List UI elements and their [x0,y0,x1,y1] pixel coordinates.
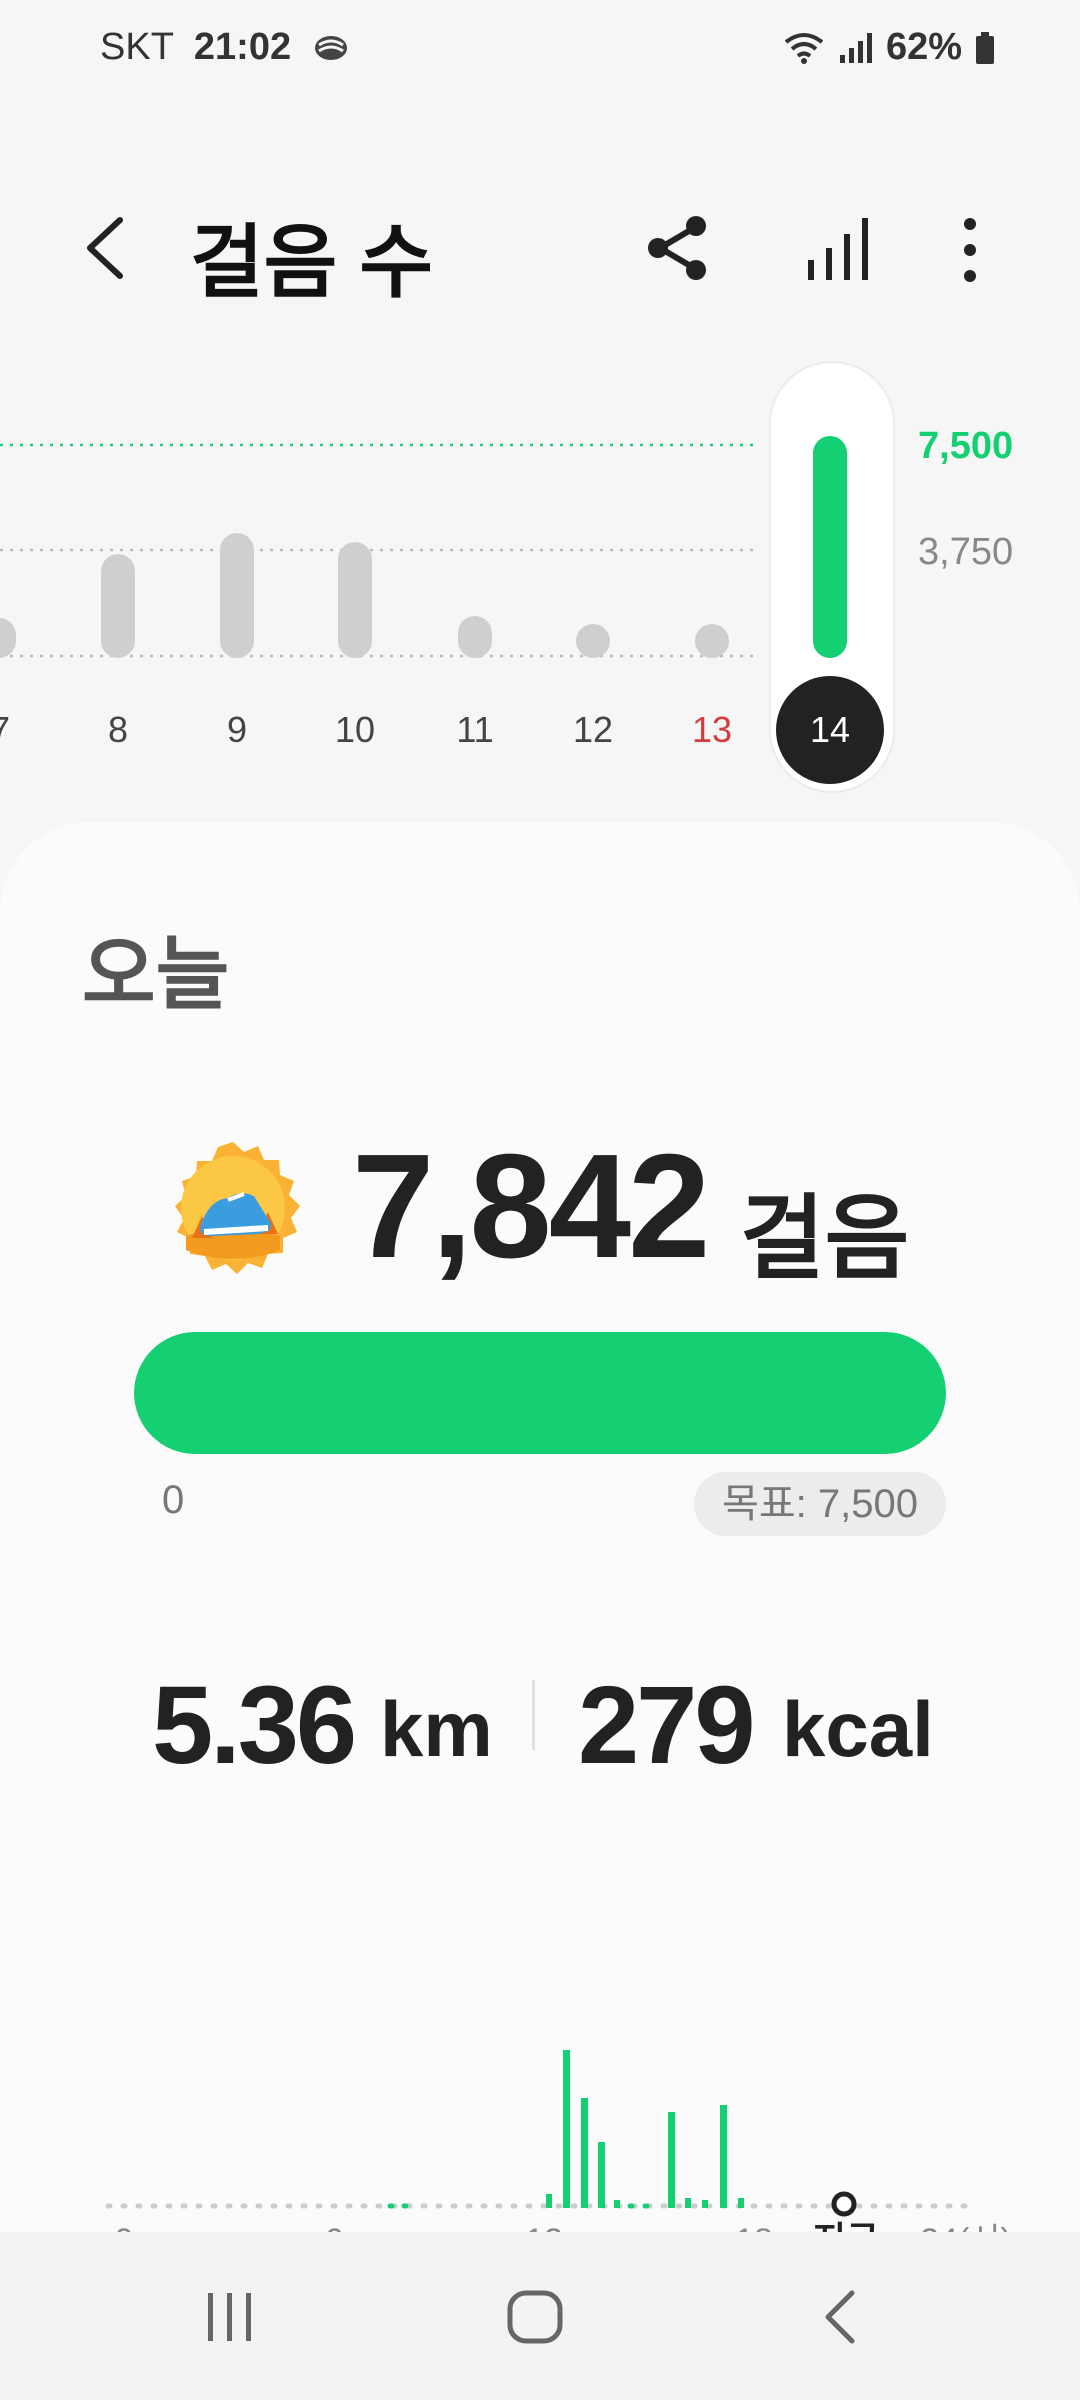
steps-progress-fill [134,1332,946,1454]
now-marker [831,2191,857,2217]
day-bar-8[interactable] [101,554,135,658]
app-notification-icon [315,35,348,60]
day-bar-10[interactable] [338,542,372,658]
share-icon [648,216,706,280]
day-label-12: 12 [573,709,613,750]
hour-bar [685,2198,691,2208]
signal-icon [839,32,872,63]
steps-unit: 걸음 [740,1188,910,1290]
running-shoe-icon [175,1142,300,1274]
hour-bar [668,2112,675,2208]
day-label-10: 10 [335,709,375,750]
hourly-steps-svg: 0 6 12 18 지금 24(시) [105,2050,1012,2232]
goal-achieved-badge [158,1140,308,1290]
hour-label-12: 12 [525,2222,563,2232]
hour-bar [738,2198,744,2208]
hour-bar [546,2194,552,2208]
distance-unit: km [380,1685,493,1773]
goal-axis-label: 7,500 [918,425,1013,467]
back-button[interactable] [70,208,140,288]
hour-label-now: 지금 [813,2219,879,2232]
day-bar-14[interactable] [813,436,847,658]
calorie-value: 279 [578,1664,756,1787]
carrier-label: SKT [100,26,174,68]
card-title: 오늘 [82,930,230,1019]
goal-pill[interactable]: 목표: 7,500 [694,1472,946,1536]
hour-bar [563,2050,570,2208]
day-bar-13[interactable] [695,624,729,658]
hour-label-24: 24(시) [920,2222,1012,2232]
day-bar-9[interactable] [220,533,254,658]
today-card: 오늘 7,842 걸음 0 목표: 7,500 5.36 km 279 kcal [0,822,1080,2232]
steps-value: 7,842 [352,1124,710,1289]
more-vertical-icon [964,218,976,282]
home-button[interactable] [505,2287,565,2347]
status-bar: SKT 21:02 62% [0,0,1080,104]
recent-apps-icon [208,2293,251,2341]
hour-bar [720,2105,727,2208]
weekly-steps-svg: 7 8 9 10 11 12 13 14 7,500 3,750 [0,361,1013,793]
nav-back-button[interactable] [818,2287,862,2347]
calorie-unit: kcal [782,1685,934,1773]
day-bar-12[interactable] [576,624,610,658]
day-label-8: 8 [108,709,128,750]
day-label-14: 14 [810,709,850,750]
day-label-7: 7 [0,709,10,750]
hour-label-0: 0 [115,2222,134,2232]
chevron-left-icon [87,217,123,279]
recent-apps-button[interactable] [200,2287,260,2347]
share-button[interactable] [640,210,716,286]
mid-axis-label: 3,750 [918,531,1013,573]
hour-label-18: 18 [735,2222,773,2232]
bar-chart-icon [808,218,868,280]
day-label-11: 11 [456,709,493,750]
hour-bar [702,2200,708,2208]
steps-progress-bar [134,1332,946,1454]
nav-back-icon [825,2290,855,2344]
weekly-steps-chart: 7 8 9 10 11 12 13 14 7,500 3,750 [0,350,1080,800]
distance-value: 5.36 [152,1664,357,1787]
system-nav-bar [0,2232,1080,2400]
day-label-9: 9 [227,709,247,750]
page-title: 걸음 수 [190,218,434,307]
home-icon [507,2290,563,2344]
hour-bar [581,2098,588,2208]
app-bar: 걸음 수 [0,180,1080,310]
battery-icon [976,31,994,64]
day-bar-7[interactable] [0,618,16,658]
battery-percent: 62% [885,26,962,68]
wifi-icon [784,32,824,64]
hour-bar [614,2200,620,2208]
hour-bar [598,2142,605,2208]
clock: 21:02 [193,26,292,68]
stat-divider [532,1680,535,1750]
day-label-13: 13 [692,709,732,750]
progress-min-label: 0 [162,1478,185,1522]
day-bar-11[interactable] [458,616,492,658]
more-options-button[interactable] [940,210,1000,290]
hour-label-6: 6 [325,2222,344,2232]
hourly-steps-chart: 0 6 12 18 지금 24(시) [0,1922,1080,2232]
trends-button[interactable] [800,208,876,288]
